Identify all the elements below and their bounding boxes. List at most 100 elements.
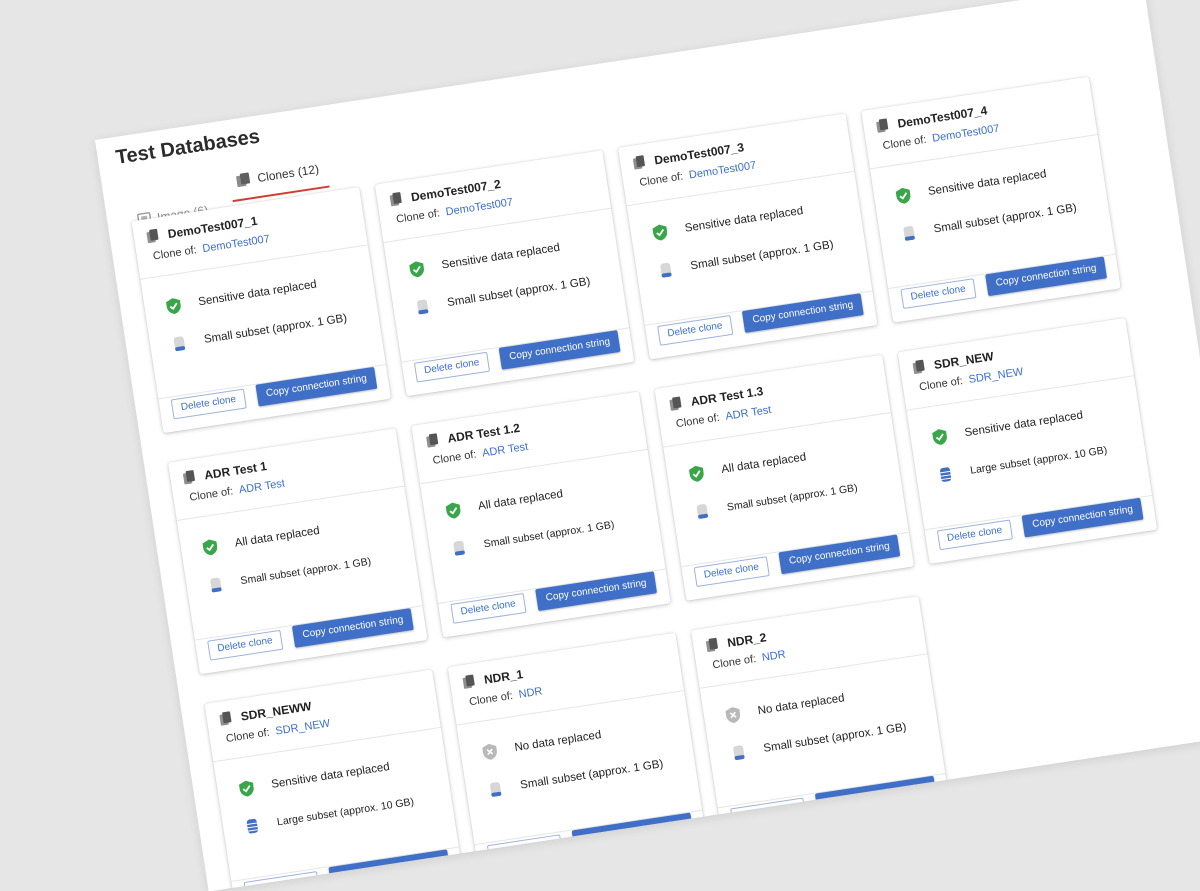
- clone-card: DemoTest007_1 Clone of: DemoTest007 Sensiti…: [131, 187, 392, 434]
- clone-of-label: Clone of:: [431, 448, 478, 468]
- data-status-text: Sensitive data replaced: [440, 241, 561, 272]
- subset-text: Large subset (approx. 10 GB): [276, 795, 415, 829]
- source-image-link[interactable]: ADR Test: [481, 441, 529, 460]
- source-image-link[interactable]: SDR_NEW: [275, 717, 331, 737]
- database-clone-icon: [461, 673, 477, 691]
- clone-of-label: Clone of:: [188, 485, 235, 504]
- data-status-text: All data replaced: [234, 524, 321, 550]
- small-database-icon: [727, 742, 751, 763]
- clones-icon: [235, 171, 253, 189]
- data-status-text: All data replaced: [720, 451, 808, 476]
- data-status-text: No data replaced: [756, 692, 846, 718]
- database-clone-icon: [704, 636, 720, 654]
- clone-card: NDR_1 Clone of: NDR No data replaced Small s…: [447, 632, 708, 879]
- source-image-link[interactable]: NDR: [761, 649, 786, 664]
- app-window: Test Databases Image (6) Clones (12) Dem…: [95, 0, 1200, 891]
- subset-text: Small subset (approx. 1 GB): [239, 555, 372, 588]
- source-image-link[interactable]: DemoTest007: [202, 233, 271, 255]
- source-image-link[interactable]: DemoTest007: [688, 159, 757, 181]
- small-database-icon: [447, 538, 471, 559]
- subset-text: Small subset (approx. 1 GB): [762, 721, 908, 755]
- database-clone-icon: [425, 432, 441, 450]
- clone-name: NDR_2: [726, 630, 768, 651]
- database-clone-icon: [388, 191, 404, 209]
- clone-of-label: Clone of:: [638, 170, 684, 189]
- clone-card: SDR_NEWW Clone of: SDR_NEW Sensitive data r…: [204, 669, 464, 891]
- x-shield-icon: [478, 741, 502, 762]
- small-database-icon: [654, 260, 678, 281]
- database-clone-icon: [875, 117, 891, 135]
- clone-card: ADR Test 1.2 Clone of: ADR Test All data re…: [411, 391, 671, 638]
- data-status-text: No data replaced: [513, 729, 603, 755]
- clone-card: DemoTest007_4 Clone of: DemoTest007 Sensiti…: [861, 76, 1121, 323]
- subset-text: Small subset (approx. 1 GB): [203, 312, 348, 346]
- check-shield-icon: [441, 500, 465, 521]
- clone-card: ADR Test 1.3 Clone of: ADR Test All data re…: [654, 354, 914, 601]
- small-database-icon: [897, 223, 921, 244]
- subset-text: Small subset (approx. 1 GB): [519, 758, 665, 792]
- source-image-link[interactable]: SDR_NEW: [968, 366, 1024, 386]
- check-shield-icon: [405, 259, 429, 280]
- check-shield-icon: [891, 185, 915, 206]
- clone-card: NDR_2 Clone of: NDR No data replaced Small s…: [691, 595, 951, 842]
- check-shield-icon: [648, 222, 672, 243]
- source-image-link[interactable]: DemoTest007: [445, 196, 514, 218]
- clone-name: ADR Test 1.3: [689, 383, 765, 409]
- source-image-link[interactable]: DemoTest007: [931, 123, 1000, 145]
- clone-of-label: Clone of:: [711, 653, 757, 672]
- database-clone-icon: [218, 710, 234, 728]
- clone-of-label: Clone of:: [881, 133, 928, 153]
- small-database-icon: [483, 779, 507, 800]
- clone-of-label: Clone of:: [468, 689, 514, 709]
- data-status-text: All data replaced: [477, 488, 564, 513]
- clone-of-label: Clone of:: [675, 411, 721, 431]
- clone-of-label: Clone of:: [395, 207, 441, 226]
- clone-card: SDR_NEW Clone of: SDR_NEW Sensitive data re…: [897, 317, 1158, 564]
- clone-name: SDR_NEW: [933, 349, 995, 372]
- subset-text: Small subset (approx. 1 GB): [932, 202, 1078, 236]
- check-shield-icon: [162, 296, 186, 317]
- small-database-icon: [167, 333, 191, 354]
- small-database-icon: [410, 296, 434, 317]
- check-shield-icon: [684, 463, 708, 484]
- database-clone-icon: [911, 358, 927, 376]
- database-clone-icon: [145, 227, 161, 245]
- x-shield-icon: [721, 704, 745, 725]
- clone-of-label: Clone of:: [918, 375, 964, 394]
- check-shield-icon: [198, 537, 222, 558]
- small-database-icon: [204, 574, 228, 595]
- large-database-icon: [933, 464, 957, 485]
- small-database-icon: [690, 501, 714, 522]
- clone-of-label: Clone of:: [225, 726, 271, 746]
- database-clone-icon: [631, 154, 647, 172]
- data-status-text: Sensitive data replaced: [684, 204, 805, 235]
- clone-name: NDR_1: [483, 667, 525, 687]
- source-image-link[interactable]: ADR Test: [725, 404, 773, 423]
- check-shield-icon: [234, 778, 258, 799]
- large-database-icon: [240, 816, 264, 837]
- clone-card-grid: DemoTest007_1 Clone of: DemoTest007 Sensiti…: [95, 0, 1158, 891]
- source-image-link[interactable]: NDR: [518, 685, 543, 700]
- subset-text: Small subset (approx. 1 GB): [446, 275, 592, 310]
- tab-clones[interactable]: Clones (12): [233, 153, 321, 197]
- data-status-text: Sensitive data replaced: [963, 409, 1084, 440]
- subset-text: Large subset (approx. 10 GB): [969, 444, 1108, 477]
- clone-name: ADR Test 1.2: [446, 420, 521, 446]
- subset-text: Small subset (approx. 1 GB): [726, 481, 859, 514]
- data-status-text: Sensitive data replaced: [270, 761, 391, 791]
- clone-of-label: Clone of:: [152, 244, 198, 263]
- tab-clones-label: Clones (12): [256, 161, 320, 186]
- clone-name: ADR Test 1: [203, 459, 268, 483]
- clone-name: SDR_NEWW: [239, 699, 313, 724]
- subset-text: Small subset (approx. 1 GB): [482, 518, 616, 551]
- clone-card: DemoTest007_2 Clone of: DemoTest007 Sensiti…: [374, 150, 635, 397]
- data-status-text: Sensitive data replaced: [927, 168, 1048, 198]
- subset-text: Small subset (approx. 1 GB): [689, 238, 835, 273]
- database-clone-icon: [181, 469, 197, 487]
- database-clone-icon: [668, 395, 684, 413]
- check-shield-icon: [928, 426, 952, 447]
- data-status-text: Sensitive data replaced: [197, 278, 318, 309]
- clone-card: ADR Test 1 Clone of: ADR Test All data repl…: [168, 428, 428, 675]
- source-image-link[interactable]: ADR Test: [238, 478, 286, 497]
- clone-card: DemoTest007_3 Clone of: DemoTest007 Sensiti…: [618, 113, 878, 360]
